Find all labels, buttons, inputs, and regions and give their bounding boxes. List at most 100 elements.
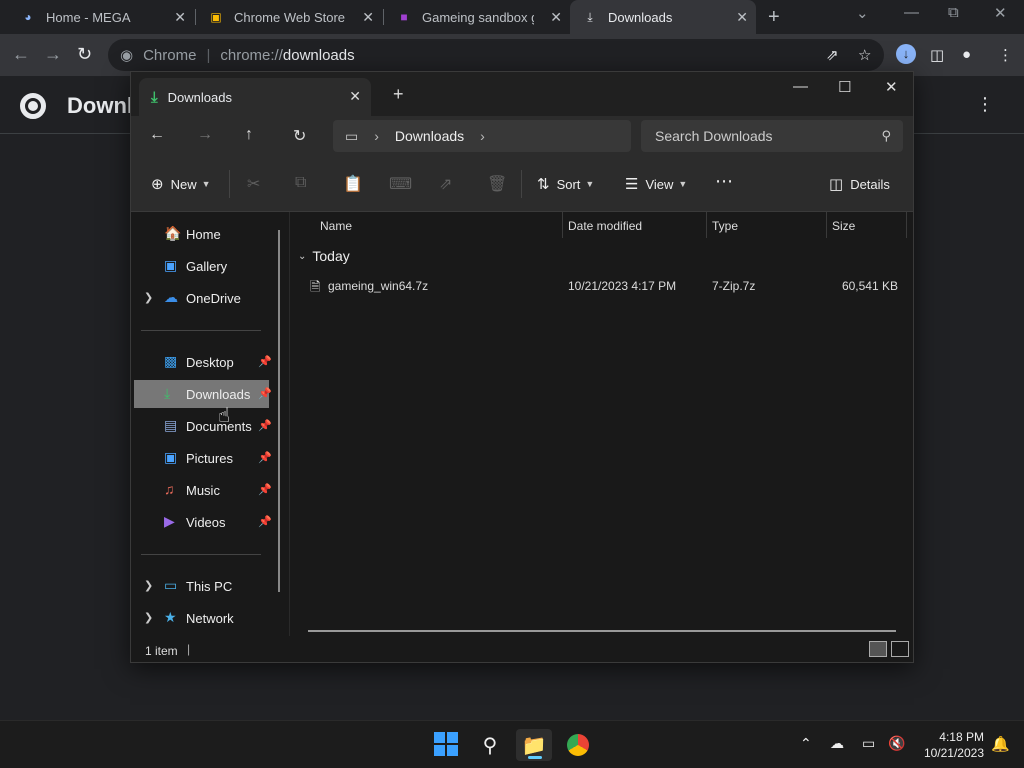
share-icon[interactable]: ⇗ <box>826 46 839 64</box>
chrome-tab-mega[interactable]: ◕ Home - MEGA ✕ <box>8 0 194 34</box>
column-separator[interactable] <box>562 212 563 238</box>
nav-item-this-pc[interactable]: ❯ ▭ This PC <box>134 572 269 600</box>
column-header-type[interactable]: Type <box>712 219 738 233</box>
back-arrow-icon[interactable]: ← <box>149 126 165 144</box>
new-button[interactable]: ⊕ New ▼ <box>151 175 211 193</box>
nav-item-documents[interactable]: ▤ Documents 📌 <box>134 412 272 440</box>
nav-scrollbar[interactable] <box>278 230 280 592</box>
back-arrow-icon[interactable]: ← <box>12 44 30 65</box>
view-button[interactable]: ☰ View ▼ <box>625 175 687 193</box>
nav-item-music[interactable]: ♫ Music 📌 <box>134 476 272 504</box>
chevron-right-icon[interactable]: › <box>374 128 379 144</box>
file-explorer-taskbar-icon[interactable]: 📁 <box>516 729 552 761</box>
nav-item-home[interactable]: 🏠 Home <box>134 220 269 248</box>
sort-button[interactable]: ⇅ Sort ▼ <box>537 175 594 193</box>
view-icon: ☰ <box>625 176 639 193</box>
cut-icon[interactable]: ✂ <box>247 174 260 194</box>
omnibox[interactable]: ◉ Chrome | chrome://downloads <box>108 39 884 71</box>
breadcrumb-downloads[interactable]: Downloads <box>395 128 464 144</box>
chrome-tab-gameing[interactable]: ■ Gameing sandbox gam ✕ <box>384 0 570 34</box>
reload-icon[interactable]: ↻ <box>77 44 92 65</box>
delete-icon[interactable]: 🗑 <box>487 174 507 194</box>
search-input[interactable]: Search Downloads ⚲ <box>641 120 903 152</box>
pin-icon[interactable]: 📌 <box>258 419 272 432</box>
bookmark-star-icon[interactable]: ☆ <box>858 46 871 64</box>
explorer-tab-downloads[interactable]: ⤓ Downloads ✕ <box>139 78 371 116</box>
details-button[interactable]: ◫ Details <box>829 175 890 193</box>
chrome-tab-webstore[interactable]: ▣ Chrome Web Store - Ex ✕ <box>196 0 382 34</box>
new-tab-icon[interactable]: + <box>768 6 780 29</box>
chevron-down-icon[interactable]: ⌄ <box>856 4 869 22</box>
chevron-right-icon[interactable]: › <box>480 128 485 144</box>
nav-label: Pictures <box>186 451 233 466</box>
chevron-right-icon[interactable]: ❯ <box>144 611 153 624</box>
nav-item-desktop[interactable]: ▩ Desktop 📌 <box>134 348 272 376</box>
restore-icon[interactable]: ⧉ <box>948 4 959 21</box>
explorer-address-bar: ← → ↑ ↻ ▭ › Downloads › Search Downloads… <box>131 116 913 156</box>
side-panel-icon[interactable]: ◫ <box>930 46 944 64</box>
nav-item-pictures[interactable]: ▣ Pictures 📌 <box>134 444 272 472</box>
pin-icon[interactable]: 📌 <box>258 515 272 528</box>
nav-item-videos[interactable]: ▶ Videos 📌 <box>134 508 272 536</box>
volume-muted-icon[interactable]: 🔇 <box>888 735 905 752</box>
start-button[interactable] <box>434 732 458 756</box>
file-row[interactable]: 🗎 gameing_win64.7z 10/21/2023 4:17 PM 7-… <box>290 274 913 298</box>
kebab-menu-icon[interactable]: ⋮ <box>998 46 1013 64</box>
group-header-today[interactable]: ⌄ Today <box>298 248 350 264</box>
column-header-name[interactable]: Name <box>320 219 352 233</box>
rename-icon[interactable]: ⌨ <box>389 174 412 194</box>
refresh-icon[interactable]: ↻ <box>293 126 306 146</box>
horizontal-scrollbar[interactable] <box>308 630 896 632</box>
pin-icon[interactable]: 📌 <box>258 387 272 400</box>
column-separator[interactable] <box>906 212 907 238</box>
nav-item-network[interactable]: ❯ ★ Network <box>134 604 269 632</box>
share-icon[interactable]: ⇗ <box>439 174 452 194</box>
pin-icon[interactable]: 📌 <box>258 451 272 464</box>
chrome-taskbar-icon[interactable] <box>560 729 596 761</box>
minimize-icon[interactable]: — <box>793 78 808 95</box>
maximize-icon[interactable]: ☐ <box>838 78 851 96</box>
minimize-icon[interactable]: — <box>904 4 919 21</box>
forward-arrow-icon[interactable]: → <box>44 44 62 65</box>
file-icon: 🗎 <box>310 279 321 294</box>
address-box[interactable]: ▭ › Downloads › <box>333 120 631 152</box>
tiles-view-icon[interactable] <box>891 641 909 657</box>
display-tray-icon[interactable]: ▭ <box>862 735 875 752</box>
chevron-right-icon[interactable]: ❯ <box>144 291 153 304</box>
close-icon[interactable]: ✕ <box>349 88 361 105</box>
pin-icon[interactable]: 📌 <box>258 355 272 368</box>
chevron-right-icon[interactable]: ❯ <box>144 579 153 592</box>
close-icon[interactable]: ✕ <box>994 4 1007 22</box>
nav-item-downloads[interactable]: ⤓ Downloads 📌 <box>134 380 272 408</box>
column-header-size[interactable]: Size <box>832 219 855 233</box>
column-separator[interactable] <box>706 212 707 238</box>
new-tab-icon[interactable]: + <box>393 84 404 105</box>
up-arrow-icon[interactable]: ↑ <box>245 126 253 144</box>
download-icon[interactable]: ↓ <box>896 44 916 64</box>
paste-icon[interactable]: 📋 <box>343 174 363 194</box>
close-icon[interactable]: ✕ <box>174 9 186 26</box>
nav-item-onedrive[interactable]: ❯ ☁ OneDrive <box>134 284 269 312</box>
onedrive-tray-icon[interactable]: ☁ <box>830 735 844 752</box>
profile-icon[interactable]: ● <box>962 46 971 63</box>
forward-arrow-icon[interactable]: → <box>197 126 213 144</box>
tab-title: Downloads <box>608 9 673 25</box>
pin-icon[interactable]: 📌 <box>258 483 272 496</box>
nav-item-gallery[interactable]: ▣ Gallery <box>134 252 269 280</box>
search-icon[interactable]: ⚲ <box>472 729 508 761</box>
copy-icon[interactable]: ⧉ <box>295 174 306 192</box>
chevron-up-icon[interactable]: ⌃ <box>800 735 812 752</box>
clock[interactable]: 4:18 PM 10/21/2023 <box>924 729 984 761</box>
more-options-icon[interactable]: ⋯ <box>715 171 733 192</box>
more-options-icon[interactable]: ⋮ <box>976 94 994 115</box>
tab-title: Home - MEGA <box>46 9 131 25</box>
close-icon[interactable]: ✕ <box>362 9 374 26</box>
close-icon[interactable]: ✕ <box>736 9 748 26</box>
details-view-icon[interactable] <box>869 641 887 657</box>
column-header-date[interactable]: Date modified <box>568 219 642 233</box>
chrome-tab-downloads[interactable]: ⤓ Downloads ✕ <box>570 0 756 34</box>
close-icon[interactable]: ✕ <box>550 9 562 26</box>
notification-bell-icon[interactable]: 🔔 <box>991 735 1010 753</box>
close-icon[interactable]: ✕ <box>885 78 898 96</box>
column-separator[interactable] <box>826 212 827 238</box>
